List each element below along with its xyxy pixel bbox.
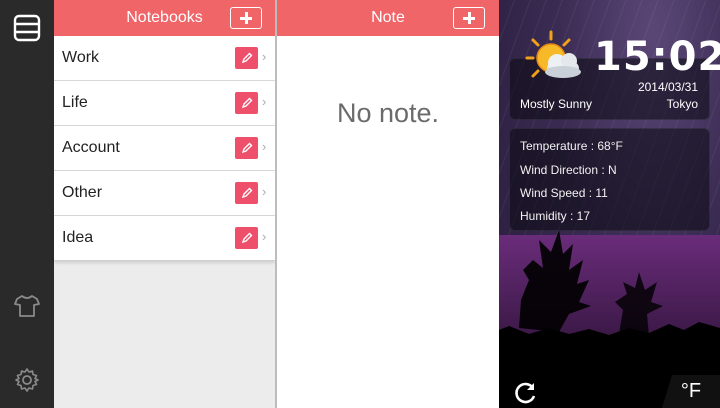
pencil-icon (241, 142, 252, 154)
refresh-icon[interactable] (513, 380, 539, 406)
add-note-button[interactable] (453, 7, 485, 29)
notebook-label: Life (62, 94, 88, 111)
notebook-item-idea[interactable]: Idea › (54, 216, 275, 261)
notebook-item-work[interactable]: Work › (54, 36, 275, 81)
plus-icon (240, 12, 252, 24)
temperature-unit-button[interactable]: °F (662, 375, 720, 408)
note-header: Note (277, 0, 499, 36)
notebook-item-life[interactable]: Life › (54, 81, 275, 126)
edit-notebook-button[interactable] (235, 47, 258, 69)
notebook-item-account[interactable]: Account › (54, 126, 275, 171)
wind-direction-line: Wind Direction : N (520, 163, 617, 177)
empty-note-message: No note. (336, 98, 440, 128)
menu-icon[interactable] (11, 12, 43, 44)
humidity-line: Humidity : 17 (520, 209, 591, 223)
pencil-icon (241, 232, 252, 244)
edit-notebook-button[interactable] (235, 137, 258, 159)
side-rail (0, 0, 54, 408)
partly-sunny-icon (525, 30, 581, 78)
weather-condition: Mostly Sunny (520, 97, 593, 111)
notebook-item-other[interactable]: Other › (54, 171, 275, 216)
temperature-line: Temperature : 68°F (520, 139, 623, 153)
pencil-icon (241, 52, 252, 64)
date-label: 2014/03/31 (637, 80, 698, 94)
chevron-right-icon: › (262, 94, 267, 109)
edit-notebook-button[interactable] (235, 92, 258, 114)
notebook-label: Other (62, 184, 103, 201)
notebook-label: Account (62, 139, 120, 156)
tshirt-icon[interactable] (11, 290, 43, 322)
notebooks-panel: Notebooks Work › Life › Account › Other … (54, 0, 275, 408)
note-panel: Note No note. (277, 0, 499, 408)
chevron-right-icon: › (262, 139, 267, 154)
note-title: Note (371, 9, 405, 26)
chevron-right-icon: › (262, 184, 267, 199)
wind-speed-line: Wind Speed : 11 (520, 186, 608, 200)
gear-icon[interactable] (11, 364, 43, 396)
clock-time: 15:02 (594, 34, 720, 80)
notebooks-title: Notebooks (126, 9, 203, 26)
notebooks-header: Notebooks (54, 0, 275, 36)
notebook-label: Work (62, 49, 100, 66)
pencil-icon (241, 97, 252, 109)
plus-icon (463, 12, 475, 24)
chevron-right-icon: › (262, 49, 267, 64)
city-label: Tokyo (666, 97, 698, 111)
add-notebook-button[interactable] (230, 7, 262, 29)
chevron-right-icon: › (262, 229, 267, 244)
edit-notebook-button[interactable] (235, 227, 258, 249)
edit-notebook-button[interactable] (235, 182, 258, 204)
pencil-icon (241, 187, 252, 199)
notebook-label: Idea (62, 229, 94, 246)
notebook-list: Work › Life › Account › Other › Idea › (54, 36, 275, 261)
